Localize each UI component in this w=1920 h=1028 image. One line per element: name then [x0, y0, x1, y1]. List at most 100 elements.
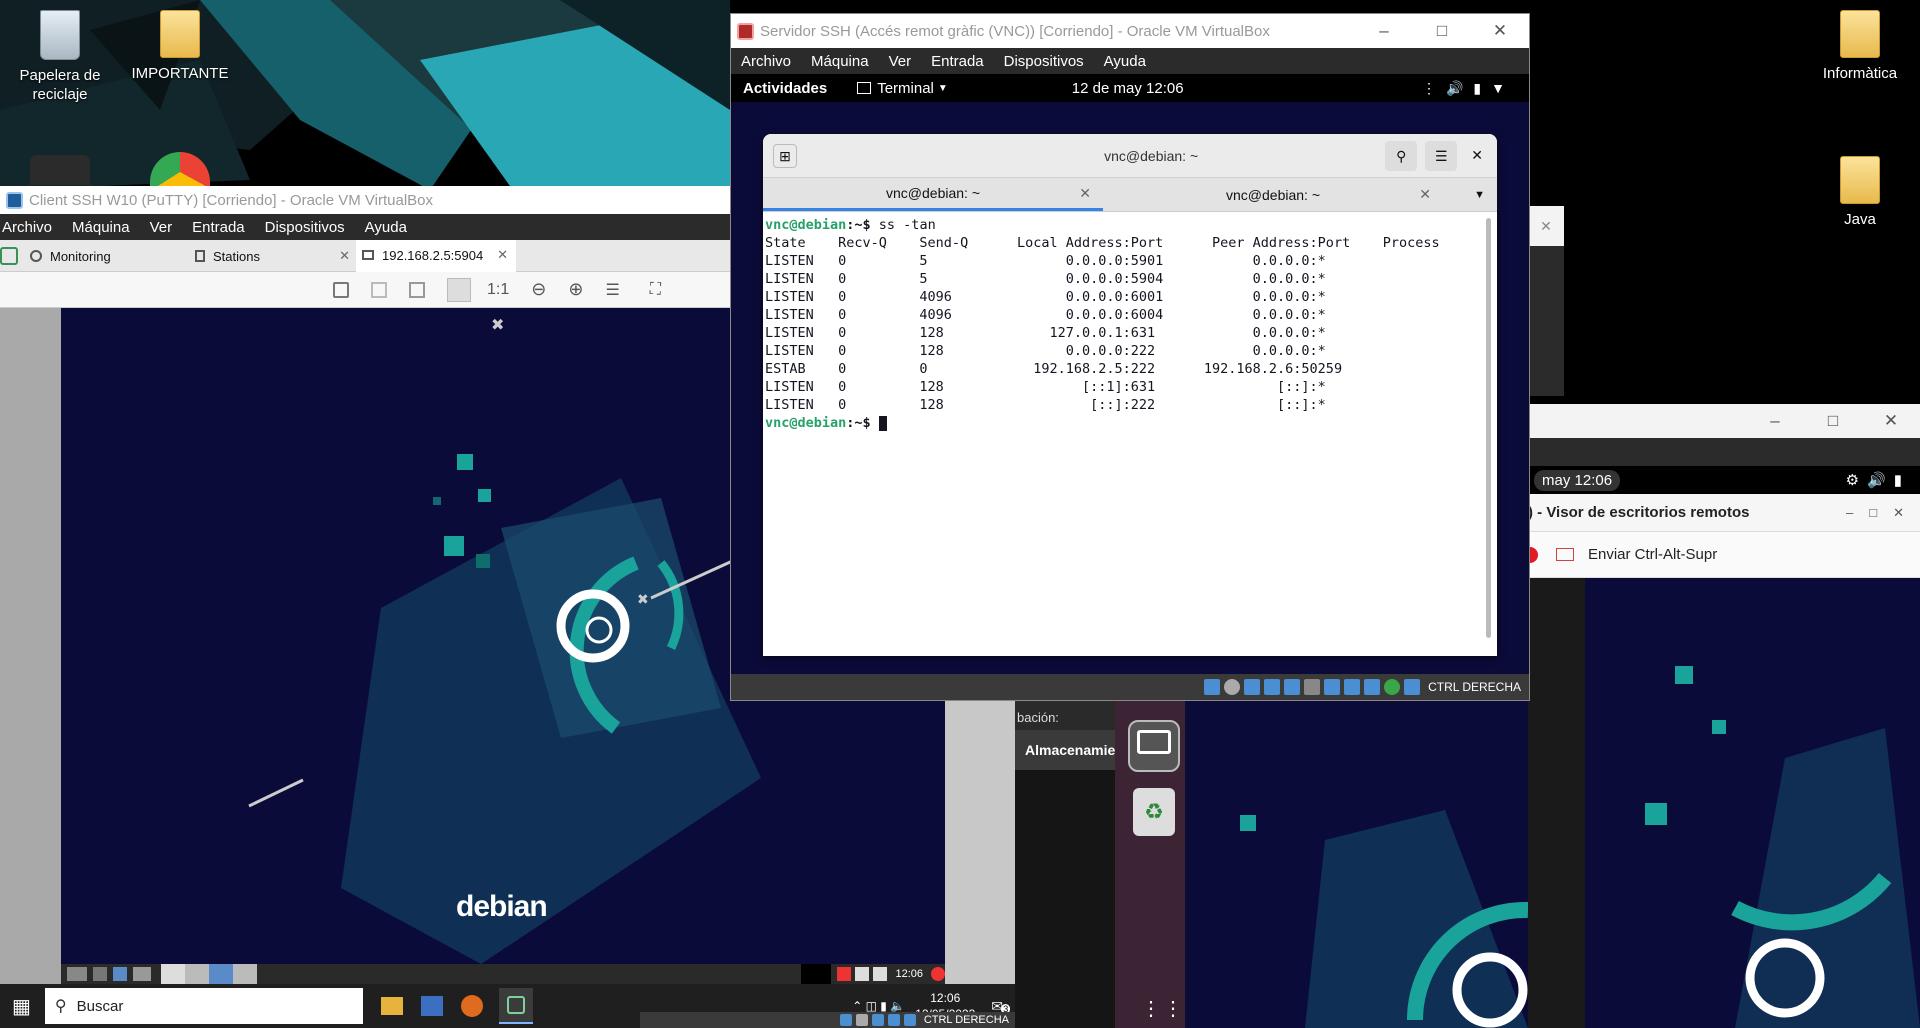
menu-dispositivos[interactable]: Dispositivos: [255, 219, 355, 236]
guest-app-icon[interactable]: [93, 967, 107, 981]
fullscreen-icon[interactable]: ⛶: [650, 281, 661, 299]
close-icon[interactable]: ✕: [1419, 186, 1431, 203]
storage-label[interactable]: Almacenamie: [1015, 730, 1115, 770]
firefox-icon[interactable]: [460, 995, 483, 1017]
zoom-out-icon[interactable]: ⊖: [531, 279, 546, 300]
send-ctrl-alt-del-button[interactable]: Enviar Ctrl-Alt-Supr: [1588, 546, 1717, 563]
trash-dock-icon[interactable]: ♻: [1133, 788, 1175, 836]
app-menu-button[interactable]: Terminal ▼: [857, 80, 948, 97]
close-icon[interactable]: ✕: [1528, 206, 1564, 246]
zoom-in-icon[interactable]: ⊕: [568, 279, 583, 300]
windows-start-icon[interactable]: ▦: [12, 994, 31, 1019]
menu-ayuda[interactable]: Ayuda: [1094, 53, 1156, 70]
display-status-icon[interactable]: [1324, 679, 1341, 695]
menu-maquina[interactable]: Máquina: [62, 219, 140, 236]
guest-workspace-4[interactable]: [233, 964, 257, 984]
menu-ayuda[interactable]: Ayuda: [355, 219, 417, 236]
keyboard-capture-icon[interactable]: [1404, 679, 1421, 695]
optical-status-icon[interactable]: [1224, 679, 1241, 695]
remote-viewer-window-controls[interactable]: –□✕: [1846, 505, 1920, 521]
maximize-icon[interactable]: □: [1804, 411, 1862, 431]
cpu-status-icon[interactable]: [1364, 679, 1381, 695]
remote-desktop-dock-icon[interactable]: [1128, 720, 1180, 772]
guest-tray-icon[interactable]: [855, 967, 870, 981]
guest-app-icon[interactable]: [113, 967, 127, 981]
new-tab-icon[interactable]: ⊞: [773, 143, 797, 168]
storage-status-icon[interactable]: [839, 1014, 852, 1026]
audio-status-icon[interactable]: [1244, 679, 1261, 695]
scale-1-1-button[interactable]: 1:1: [487, 281, 509, 299]
guest-tray-icon[interactable]: [873, 967, 888, 981]
remote-viewer-display[interactable]: [1585, 578, 1920, 1028]
menu-entrada[interactable]: Entrada: [921, 53, 994, 70]
guest-power-icon[interactable]: [931, 967, 945, 981]
nvidia-icon[interactable]: [30, 155, 90, 185]
settings-icon[interactable]: ☰: [605, 280, 619, 300]
close-icon[interactable]: ✕: [1471, 21, 1529, 41]
app-icon[interactable]: [0, 247, 18, 265]
guest-workspace-2[interactable]: [185, 964, 209, 984]
gnome-clock[interactable]: 12 de may 12:06: [1072, 80, 1184, 97]
usb-status-icon[interactable]: [887, 1014, 900, 1026]
recording-status-icon[interactable]: [1344, 679, 1361, 695]
menu-ver[interactable]: Ver: [140, 219, 183, 236]
store-icon[interactable]: [420, 996, 443, 1016]
guest-panel-clock[interactable]: 12:06: [895, 968, 923, 980]
system-tray-icons[interactable]: ⚙🔊▮: [1846, 471, 1910, 489]
guest-menu-icon[interactable]: [67, 967, 87, 981]
shared-folders-icon[interactable]: [1304, 679, 1321, 695]
remmina-taskbar-icon[interactable]: [498, 988, 533, 1024]
terminal-tab-2[interactable]: vnc@debian: ~ ✕: [1103, 178, 1443, 211]
terminal-output[interactable]: vnc@debian:~$ ss -tan State Recv-Q Send-…: [763, 212, 1497, 432]
menu-dispositivos[interactable]: Dispositivos: [994, 53, 1094, 70]
close-icon[interactable]: ✕: [1079, 185, 1091, 202]
storage-status-icon[interactable]: [1204, 679, 1221, 695]
close-icon[interactable]: ✕: [1862, 411, 1920, 431]
taskbar-search-box[interactable]: ⚲ Buscar: [44, 988, 363, 1024]
autofit-icon[interactable]: [447, 277, 471, 302]
usb-status-icon[interactable]: [1284, 679, 1301, 695]
guest-tray-icon[interactable]: [837, 967, 852, 981]
network-status-icon[interactable]: [871, 1014, 884, 1026]
guest-workspace-1[interactable]: [161, 964, 185, 984]
tab-vnc-connection[interactable]: 192.168.2.5:5904 ✕: [356, 240, 516, 272]
desktop-icon-recycle-bin[interactable]: Papelera de reciclaje: [10, 10, 110, 104]
file-explorer-icon[interactable]: [380, 997, 403, 1015]
menu-maquina[interactable]: Máquina: [801, 53, 879, 70]
optical-status-icon[interactable]: [855, 1014, 868, 1026]
tab-monitoring[interactable]: Monitoring: [30, 240, 185, 272]
minimize-icon[interactable]: –: [1746, 411, 1804, 431]
close-icon[interactable]: ✕: [497, 247, 508, 263]
tray-icons[interactable]: ⌃ ◫ ▮ 🔈: [852, 999, 905, 1013]
keyboard-icon[interactable]: [1556, 548, 1574, 561]
close-icon[interactable]: ✕: [1471, 147, 1483, 164]
menu-archivo[interactable]: Archivo: [0, 219, 62, 236]
activities-button[interactable]: Actividades: [743, 80, 827, 97]
menu-ver[interactable]: Ver: [879, 53, 922, 70]
guest-app-icon[interactable]: [133, 967, 151, 981]
grab-icon[interactable]: [371, 281, 387, 298]
swap-icon[interactable]: [409, 281, 425, 298]
system-tray-icons[interactable]: ⋮🔊▮▼: [1422, 80, 1515, 97]
terminal-scrollbar[interactable]: [1486, 218, 1491, 638]
menu-entrada[interactable]: Entrada: [182, 219, 255, 236]
desktop-icon-informatica[interactable]: Informàtica: [1810, 10, 1910, 83]
guest-workspace-3[interactable]: [209, 964, 233, 984]
desktop-icon-importante[interactable]: IMPORTANTE: [130, 10, 230, 83]
hamburger-menu-icon[interactable]: ☰: [1425, 140, 1458, 171]
prompt-user: vnc@debian: [765, 217, 847, 233]
pointer-icon[interactable]: [333, 281, 349, 298]
minimize-icon[interactable]: –: [1355, 21, 1413, 41]
desktop-icon-java[interactable]: Java: [1810, 156, 1910, 229]
tab-stations[interactable]: Stations ✕: [195, 240, 350, 272]
shared-folders-icon[interactable]: [903, 1014, 916, 1026]
network-status-icon[interactable]: [1264, 679, 1281, 695]
maximize-icon[interactable]: □: [1413, 21, 1471, 41]
close-icon[interactable]: ✕: [339, 248, 350, 264]
menu-archivo[interactable]: Archivo: [731, 53, 801, 70]
gnome-clock[interactable]: may 12:06: [1534, 469, 1621, 491]
search-icon[interactable]: ⚲: [1385, 140, 1418, 171]
mouse-integration-icon[interactable]: [1384, 679, 1401, 695]
terminal-tab-1[interactable]: vnc@debian: ~ ✕: [763, 178, 1103, 211]
chevron-down-icon[interactable]: ▼: [1474, 189, 1485, 201]
